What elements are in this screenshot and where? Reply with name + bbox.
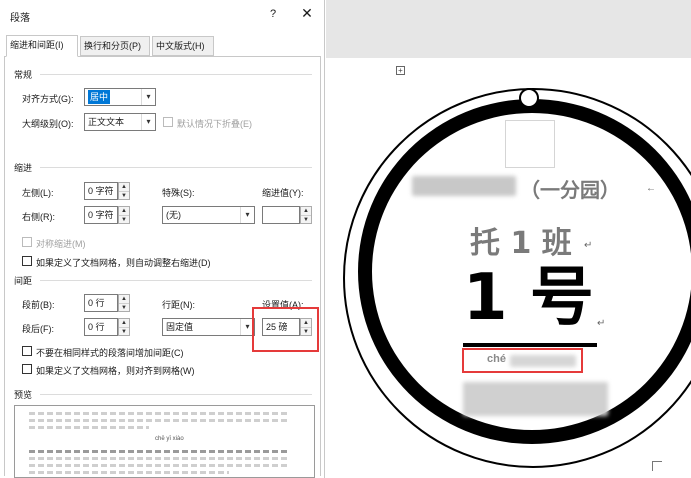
left-indent-label: 左侧(L): [22, 188, 54, 198]
photo-placeholder[interactable] [505, 120, 555, 168]
spin-down-icon[interactable]: ▼ [119, 191, 129, 199]
special-indent-label: 特殊(S): [162, 188, 195, 198]
tab-asian-typography[interactable]: 中文版式(H) [152, 36, 214, 56]
collapse-checkbox[interactable] [163, 117, 173, 127]
spin-up-icon[interactable]: ▲ [119, 183, 129, 191]
dialog-titlebar[interactable]: 段落 ? ✕ [0, 0, 325, 28]
outline-level-select[interactable]: 正文文本 ▾ [84, 113, 156, 131]
paragraph-mark-icon: ↵ [584, 240, 593, 251]
space-before-label: 段前(B): [22, 300, 55, 310]
paragraph-dialog: 段落 ? ✕ 缩进和间距(I) 换行和分页(P) 中文版式(H) 常规 对齐方式… [0, 0, 325, 478]
space-before-stepper[interactable]: ▲ ▼ [118, 294, 130, 312]
space-before-value: 0 行 [88, 298, 105, 308]
chevron-down-icon: ▾ [141, 89, 155, 105]
indent-amount-stepper[interactable]: ▲ ▼ [300, 206, 312, 224]
left-indent-value: 0 字符 [88, 186, 114, 196]
space-after-input[interactable]: 0 行 ▲ ▼ [84, 318, 130, 336]
section-indent: 缩进 [14, 163, 33, 173]
spin-down-icon[interactable]: ▼ [119, 215, 129, 223]
section-preview: 预览 [14, 390, 33, 400]
snap-to-grid-label: 如果定义了文档网格，则对齐到网格(W) [36, 366, 195, 376]
no-space-same-style-label: 不要在相同样式的段落间增加间距(C) [36, 348, 184, 358]
spin-up-icon[interactable]: ▲ [301, 207, 311, 215]
spin-up-icon[interactable]: ▲ [119, 207, 129, 215]
right-indent-stepper[interactable]: ▲ ▼ [118, 206, 130, 224]
outline-level-label: 大纲级别(O): [22, 119, 74, 129]
left-indent-input[interactable]: 0 字符 ▲ ▼ [84, 182, 130, 200]
left-indent-stepper[interactable]: ▲ ▼ [118, 182, 130, 200]
paragraph-mark-icon: ↵ [597, 318, 606, 329]
paragraph-preview: chē yī xiào [14, 405, 315, 478]
spin-up-icon[interactable]: ▲ [119, 295, 129, 303]
tab-line-page-breaks[interactable]: 换行和分页(P) [80, 36, 150, 56]
page-corner-mark [652, 461, 662, 471]
section-divider [40, 394, 312, 395]
move-handle-icon[interactable]: + [396, 66, 405, 75]
spin-up-icon[interactable]: ▲ [119, 319, 129, 327]
preview-line [29, 450, 289, 453]
alignment-value: 居中 [88, 90, 111, 104]
preview-line [29, 412, 289, 415]
preview-line [29, 419, 289, 422]
tab-indent-spacing[interactable]: 缩进和间距(I) [6, 35, 78, 57]
close-button[interactable]: ✕ [298, 4, 316, 22]
special-indent-select[interactable]: (无) ▾ [162, 206, 255, 224]
right-indent-input[interactable]: 0 字符 ▲ ▼ [84, 206, 130, 224]
space-after-stepper[interactable]: ▲ ▼ [118, 318, 130, 336]
preview-line [29, 457, 289, 460]
alignment-label: 对齐方式(G): [22, 94, 74, 104]
space-after-value: 0 行 [88, 322, 105, 332]
school-branch-text: （一分园） [520, 178, 620, 202]
spin-down-icon[interactable]: ▼ [301, 215, 311, 223]
preview-line [29, 471, 229, 474]
paragraph-mark-icon: ← [646, 183, 656, 194]
chevron-down-icon: ▾ [240, 207, 254, 223]
blurred-school-name [412, 176, 516, 196]
student-number-text: 1 号 [463, 261, 594, 335]
preview-line [29, 464, 289, 467]
help-button[interactable]: ? [265, 6, 281, 22]
auto-adjust-indent-label: 如果定义了文档网格，则自动调整右缩进(D) [36, 258, 211, 268]
snap-to-grid-checkbox[interactable] [22, 364, 32, 374]
auto-adjust-indent-checkbox[interactable] [22, 256, 32, 266]
mirror-indent-label: 对称缩进(M) [36, 239, 86, 249]
no-space-same-style-checkbox[interactable] [22, 346, 32, 356]
section-divider [40, 167, 312, 168]
word-window: 段落 ? ✕ 缩进和间距(I) 换行和分页(P) 中文版式(H) 常规 对齐方式… [0, 0, 691, 478]
indent-amount-input[interactable]: ▲ ▼ [262, 206, 312, 224]
spin-down-icon[interactable]: ▼ [119, 327, 129, 335]
class-name-text: 托 1 班 [470, 226, 572, 261]
dialog-title: 段落 [10, 13, 30, 24]
outline-level-value: 正文文本 [88, 117, 125, 127]
line-spacing-value: 固定值 [166, 322, 194, 332]
indent-amount-label: 缩进值(Y): [262, 188, 304, 198]
highlight-box-line-spacing [252, 307, 319, 352]
chevron-down-icon: ▾ [141, 114, 155, 130]
tag-hole [519, 88, 539, 108]
special-indent-value: (无) [166, 210, 181, 220]
line-spacing-label: 行距(N): [162, 300, 195, 310]
blurred-student-name [463, 382, 608, 416]
section-divider [40, 280, 312, 281]
space-after-label: 段后(F): [22, 324, 54, 334]
alignment-select[interactable]: 居中 ▾ [84, 88, 156, 106]
document-canvas-background [326, 0, 691, 58]
right-indent-label: 右侧(R): [22, 212, 55, 222]
line-spacing-select[interactable]: 固定值 ▾ [162, 318, 255, 336]
section-spacing: 间距 [14, 276, 33, 286]
section-general: 常规 [14, 70, 33, 80]
spin-down-icon[interactable]: ▼ [119, 303, 129, 311]
preview-sample-text: chē yī xiào [155, 436, 184, 442]
number-underline [463, 343, 597, 347]
preview-line [29, 426, 149, 429]
section-divider [40, 74, 312, 75]
right-indent-value: 0 字符 [88, 210, 114, 220]
highlight-box-pinyin [462, 348, 583, 373]
mirror-indent-checkbox[interactable] [22, 237, 32, 247]
collapse-label: 默认情况下折叠(E) [177, 119, 252, 129]
space-before-input[interactable]: 0 行 ▲ ▼ [84, 294, 130, 312]
